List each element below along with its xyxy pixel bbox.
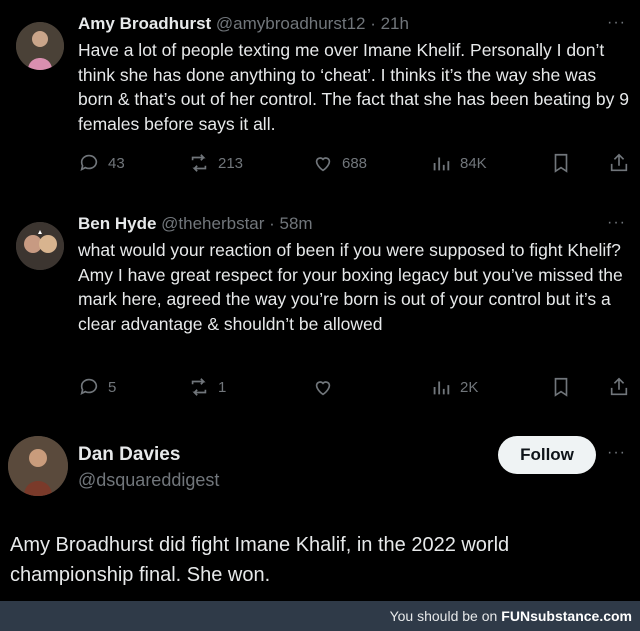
caption-text: Amy Broadhurst did fight Imane Khalif, i… bbox=[10, 534, 510, 586]
author-name[interactable]: Ben Hyde bbox=[78, 214, 156, 233]
author-handle[interactable]: @amybroadhurst12 · 21h bbox=[216, 14, 409, 33]
more-options-icon[interactable]: ··· bbox=[607, 14, 626, 32]
bookmark-icon bbox=[554, 153, 568, 173]
repost-count: 1 bbox=[218, 378, 227, 396]
views-icon bbox=[433, 157, 450, 171]
more-options-icon[interactable]: ··· bbox=[607, 444, 626, 462]
bookmark-button[interactable] bbox=[550, 376, 572, 398]
profile-handle[interactable]: @dsquareddigest bbox=[78, 470, 219, 491]
more-options-icon[interactable]: ··· bbox=[607, 214, 626, 232]
watermark-bar: You should be on FUNsubstance.com bbox=[0, 601, 640, 631]
tweet-text: what would your reaction of been if you … bbox=[78, 240, 623, 334]
share-button[interactable] bbox=[608, 376, 630, 398]
author-handle[interactable]: @theherbstar · 58m bbox=[161, 214, 312, 233]
share-icon bbox=[610, 377, 628, 396]
tweet-ben[interactable]: Ben Hyde @theherbstar · 58m ··· what wou… bbox=[0, 200, 640, 410]
heart-icon bbox=[315, 157, 331, 172]
reply-count: 5 bbox=[108, 378, 117, 396]
reply-count: 43 bbox=[108, 154, 125, 172]
view-count: 2K bbox=[460, 378, 479, 396]
reply-button[interactable]: 5 bbox=[78, 376, 116, 398]
repost-count: 213 bbox=[218, 154, 244, 172]
profile-avatar[interactable] bbox=[8, 436, 68, 496]
view-count: 84K bbox=[460, 154, 487, 172]
repost-button[interactable]: 1 bbox=[188, 376, 226, 398]
reply-icon bbox=[80, 154, 98, 171]
repost-icon bbox=[191, 378, 207, 396]
watermark-brand: FUNsubstance.com bbox=[501, 608, 632, 624]
like-button[interactable] bbox=[312, 376, 342, 398]
avatar[interactable] bbox=[16, 222, 64, 270]
reply-button[interactable]: 43 bbox=[78, 152, 125, 174]
views-icon bbox=[433, 381, 450, 395]
avatar-photo-icon bbox=[16, 22, 64, 70]
views-button[interactable]: 84K bbox=[430, 152, 487, 174]
tweet-actions: 43 213 688 84K bbox=[78, 152, 630, 176]
share-icon bbox=[610, 153, 628, 172]
bookmark-button[interactable] bbox=[550, 152, 572, 174]
reply-icon bbox=[80, 378, 98, 395]
profile-name[interactable]: Dan Davies bbox=[78, 444, 180, 466]
tweet-text: Have a lot of people texting me over Ima… bbox=[78, 40, 629, 134]
repost-button[interactable]: 213 bbox=[188, 152, 243, 174]
tweet-actions: 5 1 2K bbox=[78, 376, 630, 400]
repost-icon bbox=[191, 154, 207, 172]
like-button[interactable]: 688 bbox=[312, 152, 367, 174]
views-button[interactable]: 2K bbox=[430, 376, 478, 398]
watermark-prefix: You should be on bbox=[389, 608, 498, 624]
follow-button[interactable]: Follow bbox=[498, 436, 596, 474]
heart-icon bbox=[315, 381, 331, 396]
author-name[interactable]: Amy Broadhurst bbox=[78, 14, 211, 33]
avatar[interactable] bbox=[16, 22, 64, 70]
like-count: 688 bbox=[342, 154, 368, 172]
avatar-photo-icon bbox=[8, 436, 68, 496]
tweet-amy[interactable]: Amy Broadhurst @amybroadhurst12 · 21h ··… bbox=[0, 0, 640, 195]
avatar-photo-icon bbox=[16, 222, 64, 270]
bookmark-icon bbox=[554, 377, 568, 397]
share-button[interactable] bbox=[608, 152, 630, 174]
